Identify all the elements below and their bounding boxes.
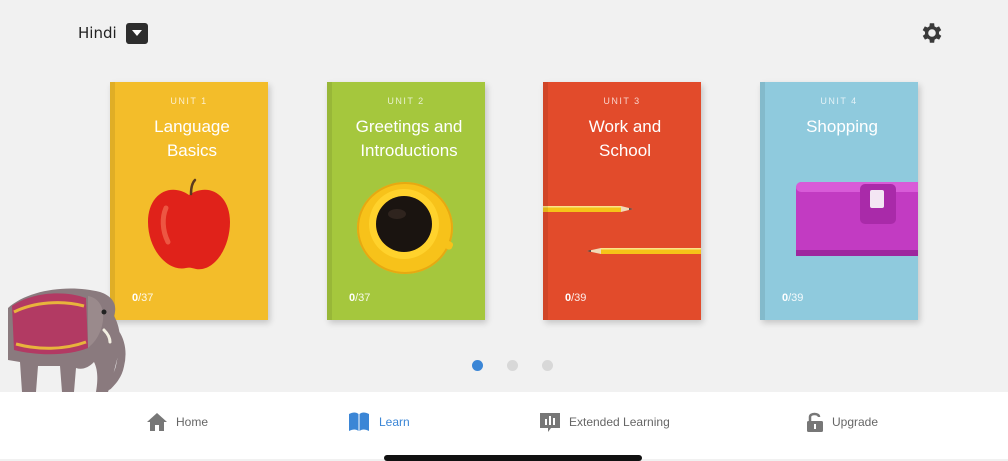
unit-progress: 0/39 bbox=[565, 292, 586, 304]
bottom-navigation: Home Learn Extended Learning Upgrade bbox=[0, 392, 1008, 459]
unit-number: UNIT 3 bbox=[603, 96, 641, 106]
nav-learn[interactable]: Learn bbox=[347, 410, 410, 434]
unit-title: Work and School bbox=[549, 115, 701, 163]
book-icon bbox=[349, 412, 369, 431]
unit-title: Language Basics bbox=[116, 115, 268, 163]
nav-home-label: Home bbox=[176, 415, 209, 429]
nav-upgrade-label: Upgrade bbox=[832, 415, 879, 429]
page-dot-3[interactable] bbox=[542, 360, 553, 371]
unit-title-line: Work and bbox=[588, 117, 662, 136]
language-selector[interactable]: Hindi bbox=[78, 22, 148, 44]
chevron-down-icon[interactable] bbox=[125, 22, 148, 44]
unit-card-language-basics[interactable]: UNIT 1 Language Basics 0/37 bbox=[110, 82, 268, 320]
unit-title: Shopping bbox=[766, 115, 918, 139]
unit-number: UNIT 1 bbox=[170, 96, 208, 106]
unit-title-line: Language bbox=[154, 117, 230, 136]
progress-total: /39 bbox=[571, 292, 587, 304]
progress-total: /37 bbox=[355, 292, 371, 304]
unlock-icon bbox=[807, 412, 823, 432]
gear-icon[interactable] bbox=[919, 20, 945, 46]
home-indicator[interactable] bbox=[384, 455, 642, 461]
unit-progress: 0/39 bbox=[782, 292, 803, 304]
unit-title-line: School bbox=[599, 141, 651, 160]
progress-total: /39 bbox=[788, 292, 804, 304]
progress-total: /37 bbox=[138, 292, 154, 304]
nav-home[interactable]: Home bbox=[146, 410, 208, 434]
nav-extended-label: Extended Learning bbox=[569, 415, 670, 429]
nav-upgrade[interactable]: Upgrade bbox=[806, 410, 878, 434]
unit-card-greetings[interactable]: UNIT 2 Greetings and Introductions 0/37 bbox=[327, 82, 485, 320]
elephant-icon bbox=[8, 282, 128, 394]
unit-title: Greetings and Introductions bbox=[333, 115, 485, 163]
unit-progress: 0/37 bbox=[349, 292, 370, 304]
unit-title-line: Greetings and bbox=[355, 117, 463, 136]
nav-extended-learning[interactable]: Extended Learning bbox=[539, 410, 670, 434]
unit-title-line: Basics bbox=[166, 141, 218, 160]
page-indicator bbox=[472, 360, 553, 371]
card-spine bbox=[543, 82, 548, 320]
unit-title-line: Shopping bbox=[806, 117, 878, 136]
page-dot-1[interactable] bbox=[472, 360, 483, 371]
unit-number: UNIT 2 bbox=[387, 96, 425, 106]
unit-card-shopping[interactable]: UNIT 4 Shopping 0/39 bbox=[760, 82, 918, 320]
card-spine bbox=[760, 82, 765, 320]
page-dot-2[interactable] bbox=[507, 360, 518, 371]
unit-title-line: Introductions bbox=[360, 141, 458, 160]
unit-card-work-school[interactable]: UNIT 3 Work and School 0/39 bbox=[543, 82, 701, 320]
home-icon bbox=[147, 413, 167, 431]
unit-progress: 0/37 bbox=[132, 292, 153, 304]
nav-learn-label: Learn bbox=[379, 415, 410, 429]
unit-number: UNIT 4 bbox=[820, 96, 858, 106]
chart-book-icon bbox=[540, 413, 560, 432]
card-spine bbox=[327, 82, 332, 320]
language-label: Hindi bbox=[78, 24, 117, 42]
